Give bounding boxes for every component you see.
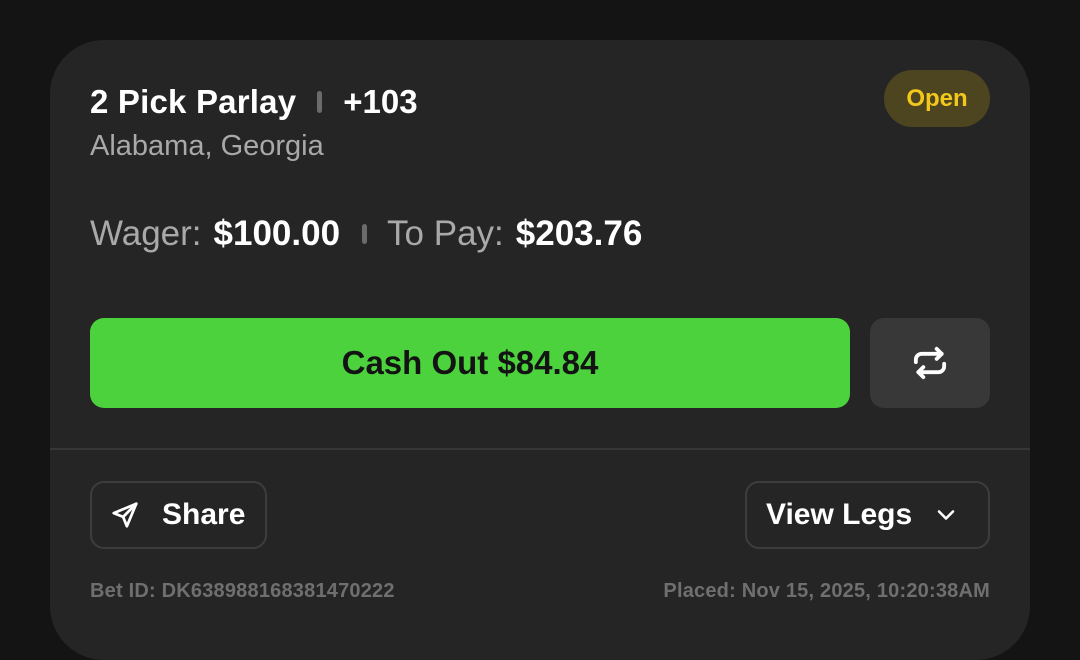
bet-title-row: 2 Pick Parlay +103 <box>90 81 418 123</box>
wager-amount: $100.00 <box>213 214 341 253</box>
refresh-icon <box>910 343 950 383</box>
refresh-button[interactable] <box>870 318 990 408</box>
status-badge: Open <box>884 70 990 127</box>
share-button[interactable]: Share <box>90 481 267 549</box>
card-divider <box>50 448 1030 450</box>
placed-timestamp: Placed: Nov 15, 2025, 10:20:38AM <box>663 580 990 602</box>
wager-label: Wager: <box>90 214 202 253</box>
title-separator <box>317 91 323 113</box>
to-pay-amount: $203.76 <box>515 214 643 253</box>
bet-id: Bet ID: DK638988168381470222 <box>90 580 395 602</box>
wager-row: Wager: $100.00 To Pay: $203.76 <box>90 212 642 256</box>
bet-card: 2 Pick Parlay +103 Alabama, Georgia Open… <box>50 40 1030 660</box>
share-label: Share <box>162 498 246 531</box>
wager-separator <box>362 224 368 244</box>
chevron-down-icon <box>934 503 958 527</box>
bet-title: 2 Pick Parlay <box>90 83 297 120</box>
cash-out-button[interactable]: Cash Out $84.84 <box>90 318 850 408</box>
view-legs-button[interactable]: View Legs <box>745 481 990 549</box>
bet-selections: Alabama, Georgia <box>90 130 324 162</box>
to-pay-label: To Pay: <box>387 214 504 253</box>
view-legs-label: View Legs <box>766 498 913 531</box>
bet-odds: +103 <box>343 83 418 120</box>
send-icon <box>110 500 140 530</box>
